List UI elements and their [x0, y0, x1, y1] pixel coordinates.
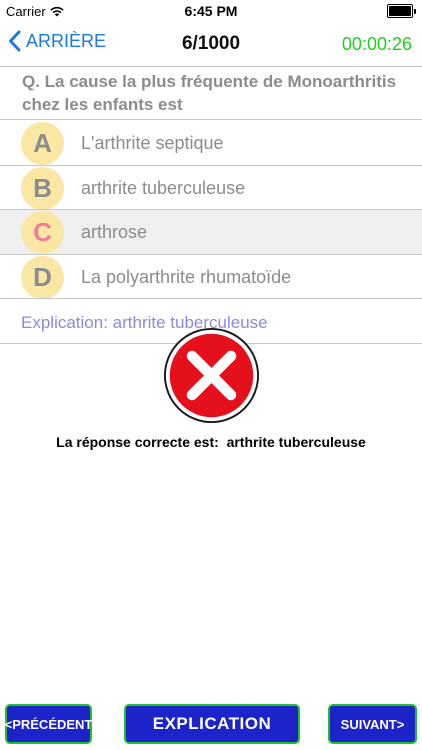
correct-answer-label: La réponse correcte est:	[56, 434, 219, 450]
correct-answer-value: arthrite tuberculeuse	[226, 434, 366, 450]
divider	[0, 119, 422, 120]
status-bar: Carrier 6:45 PM	[0, 0, 422, 22]
answer-option-c[interactable]: C arthrose	[0, 210, 422, 254]
answer-letter-badge: D	[21, 256, 64, 299]
answer-text: arthrite tuberculeuse	[81, 178, 246, 198]
question-text: Q. La cause la plus fréquente de Monoart…	[22, 72, 397, 114]
previous-button[interactable]: <PRÉCÉDENT	[5, 704, 92, 744]
answer-text: La polyarthrite rhumatoïde	[81, 267, 292, 287]
nav-bar: ARRIÈRE 6/1000 00:00:26	[0, 22, 422, 67]
answer-option-a[interactable]: A L'arthrite septique	[0, 121, 422, 165]
answer-option-b[interactable]: B arthrite tuberculeuse	[0, 166, 422, 210]
divider	[0, 298, 422, 299]
answer-text: L'arthrite septique	[81, 133, 224, 153]
answer-letter-badge: B	[21, 167, 64, 210]
status-time: 6:45 PM	[184, 3, 238, 19]
next-button[interactable]: SUIVANT>	[328, 704, 417, 744]
answer-letter-badge: C	[21, 211, 64, 254]
wrong-x-icon	[163, 327, 260, 424]
timer: 00:00:26	[341, 34, 412, 54]
quiz-screen: Carrier 6:45 PM ARRIÈRE 6/1000 00:00:26 …	[0, 0, 422, 750]
battery-icon	[387, 4, 416, 18]
answer-letter-badge: A	[21, 122, 64, 165]
correct-answer-text: La réponse correcte est: arthrite tuberc…	[0, 434, 422, 450]
explication-button[interactable]: EXPLICATION	[124, 704, 300, 744]
answer-option-d[interactable]: D La polyarthrite rhumatoïde	[0, 255, 422, 299]
answer-text: arthrose	[81, 222, 148, 242]
